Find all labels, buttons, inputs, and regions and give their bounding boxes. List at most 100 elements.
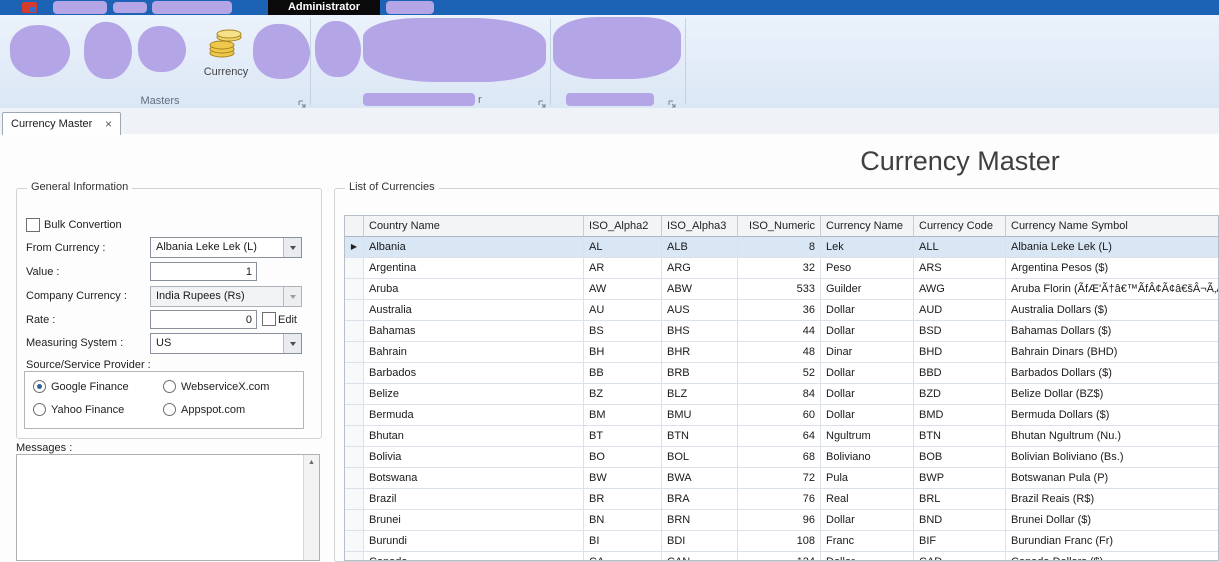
grid-cell[interactable]: Lek [821,237,914,258]
grid-cell[interactable]: BSD [914,321,1006,342]
row-selector[interactable] [345,447,364,468]
table-row[interactable]: Barbados BB BRB 52 Dollar BBD Barbados Dollars… [345,363,1218,384]
scrollbar[interactable]: ▲ [303,455,319,560]
table-row[interactable]: Brazil BR BRA 76 Real BRL Brazil Reais (R$) [345,489,1218,510]
column-header[interactable]: Currency Name [821,216,914,237]
grid-cell[interactable]: BR [584,489,662,510]
row-selector[interactable] [345,426,364,447]
grid-cell[interactable]: 64 [738,426,821,447]
grid-cell[interactable]: BHR [662,342,738,363]
column-header[interactable]: ISO_Numeric [738,216,821,237]
grid-cell[interactable]: CAD [914,552,1006,560]
grid-cell[interactable]: ALL [914,237,1006,258]
grid-cell[interactable]: Bolivia [364,447,584,468]
row-selector[interactable] [345,321,364,342]
row-selector[interactable] [345,531,364,552]
grid-cell[interactable]: AU [584,300,662,321]
grid-cell[interactable]: ALB [662,237,738,258]
table-row[interactable]: CanadaCACAN124DollarCADCanada Dollars ($… [345,552,1218,560]
grid-cell[interactable]: Dollar [821,321,914,342]
grid-cell[interactable]: Dollar [821,363,914,384]
grid-cell[interactable]: 60 [738,405,821,426]
row-selector[interactable] [345,510,364,531]
grid-cell[interactable]: BTN [914,426,1006,447]
grid-cell[interactable]: BOL [662,447,738,468]
grid-cell[interactable]: ABW [662,279,738,300]
grid-cell[interactable]: BS [584,321,662,342]
column-header[interactable]: Country Name [364,216,584,237]
table-row[interactable]: Bahrain BH BHR 48 Dinar BHD Bahrain Dinars (BH… [345,342,1218,363]
grid-cell[interactable]: Brazil Reais (R$) [1006,489,1218,510]
table-row[interactable]: Bolivia BO BOL 68 Boliviano BOB Bolivian Boliv… [345,447,1218,468]
grid-cell[interactable]: Dollar [821,384,914,405]
row-selector[interactable] [345,405,364,426]
column-header[interactable]: Currency Name Symbol [1006,216,1218,237]
grid-cell[interactable]: 108 [738,531,821,552]
grid-cell[interactable]: Belize [364,384,584,405]
measuring-system-select[interactable]: US [150,333,302,354]
radio-webservicex[interactable]: WebserviceX.com [163,380,269,393]
grid-cell[interactable]: Brunei Dollar ($) [1006,510,1218,531]
grid-cell[interactable]: 533 [738,279,821,300]
grid-cell[interactable]: 48 [738,342,821,363]
grid-cell[interactable]: Bahamas [364,321,584,342]
from-currency-select[interactable]: Albania Leke Lek (L) [150,237,302,258]
rate-input[interactable] [150,310,257,329]
row-selector[interactable] [345,489,364,510]
table-row[interactable]: Aruba AW ABW 533 Guilder AWG Aruba Florin (ÃfÆ… [345,279,1218,300]
column-header[interactable]: ISO_Alpha2 [584,216,662,237]
grid-cell[interactable]: Dinar [821,342,914,363]
grid-cell[interactable]: 124 [738,552,821,560]
table-row[interactable]: Argentina AR ARG 32 Peso ARS Argentina Pesos (… [345,258,1218,279]
grid-cell[interactable]: AWG [914,279,1006,300]
scroll-up-icon[interactable]: ▲ [304,455,319,470]
grid-cell[interactable]: Australia Dollars ($) [1006,300,1218,321]
grid-cell[interactable]: Bermuda [364,405,584,426]
grid-cell[interactable]: AUD [914,300,1006,321]
grid-cell[interactable]: Burundi [364,531,584,552]
row-selector[interactable]: ▶ [345,237,364,258]
grid-cell[interactable]: Bolivian Boliviano (Bs.) [1006,447,1218,468]
radio-icon[interactable] [33,403,46,416]
grid-cell[interactable]: BB [584,363,662,384]
table-row[interactable]: Burundi BI BDI 108 Franc BIF Burundian Franc (… [345,531,1218,552]
grid-cell[interactable]: 36 [738,300,821,321]
grid-cell[interactable]: BRL [914,489,1006,510]
edit-rate-checkbox[interactable] [262,312,276,326]
row-selector[interactable] [345,552,364,560]
grid-cell[interactable]: BHD [914,342,1006,363]
dialog-launcher-icon[interactable] [538,96,547,108]
grid-cell[interactable]: BRA [662,489,738,510]
grid-cell[interactable]: Franc [821,531,914,552]
currency-ribbon-button[interactable]: Currency [198,21,254,99]
grid-cell[interactable]: Dollar [821,300,914,321]
dialog-launcher-icon[interactable] [668,96,677,108]
grid-cell[interactable]: Dollar [821,405,914,426]
column-header[interactable]: Currency Code [914,216,1006,237]
grid-cell[interactable]: ARG [662,258,738,279]
grid-cell[interactable]: Botswanan Pula (P) [1006,468,1218,489]
grid-cell[interactable]: BMD [914,405,1006,426]
grid-cell[interactable]: 68 [738,447,821,468]
grid-cell[interactable]: AR [584,258,662,279]
grid-cell[interactable]: Pula [821,468,914,489]
grid-cell[interactable]: BT [584,426,662,447]
dropdown-arrow-icon[interactable] [283,238,301,257]
grid-cell[interactable]: Albania [364,237,584,258]
grid-cell[interactable]: Belize Dollar (BZ$) [1006,384,1218,405]
row-selector[interactable] [345,363,364,384]
grid-cell[interactable]: Bhutan [364,426,584,447]
table-row[interactable]: Brunei BN BRN 96 Dollar BND Brunei Dollar ($) [345,510,1218,531]
table-row[interactable]: Botswana BW BWA 72 Pula BWP Botswanan Pula (P) [345,468,1218,489]
grid-cell[interactable]: BWA [662,468,738,489]
grid-cell[interactable]: AW [584,279,662,300]
ribbon-tab-administrator[interactable]: Administrator [268,0,380,15]
grid-cell[interactable]: 96 [738,510,821,531]
grid-cell[interactable]: Aruba Florin (ÃfÆ'Ã†â€™ÃfÂ¢Ã¢â€šÂ¬Ã‚Â¡Ãf [1006,279,1218,300]
grid-cell[interactable]: Bahamas Dollars ($) [1006,321,1218,342]
grid-cell[interactable]: BWP [914,468,1006,489]
grid-cell[interactable]: ARS [914,258,1006,279]
grid-cell[interactable]: Brunei [364,510,584,531]
grid-cell[interactable]: BW [584,468,662,489]
grid-cell[interactable]: Canada [364,552,584,560]
